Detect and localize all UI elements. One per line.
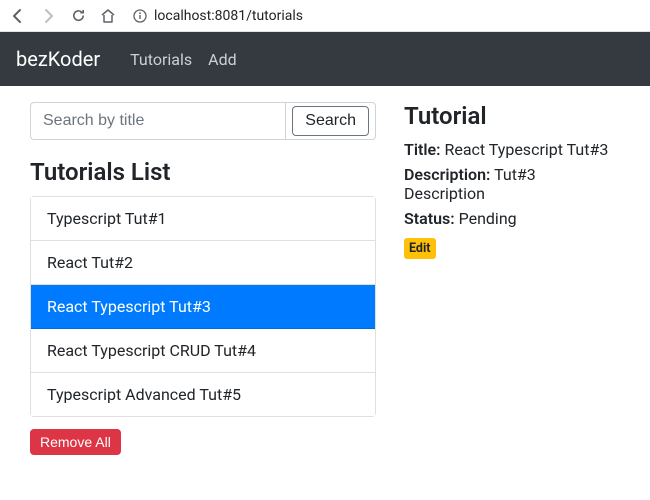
home-icon[interactable] — [96, 4, 120, 28]
site-info-icon[interactable] — [132, 8, 148, 24]
left-column: Search Tutorials List Typescript Tut#1Re… — [30, 102, 376, 455]
search-button-wrap: Search — [285, 102, 376, 140]
search-row: Search — [30, 102, 376, 140]
nav-link-add[interactable]: Add — [208, 50, 236, 69]
remove-all-button[interactable]: Remove All — [30, 429, 121, 455]
list-item[interactable]: React Typescript CRUD Tut#4 — [31, 329, 375, 373]
detail-description: Description: Tut#3 Description — [404, 165, 620, 203]
list-item[interactable]: React Typescript Tut#3 — [31, 285, 375, 329]
brand[interactable]: bezKoder — [16, 47, 100, 71]
forward-icon[interactable] — [36, 4, 60, 28]
app-navbar: bezKoder Tutorials Add — [0, 32, 650, 86]
tutorials-list: Typescript Tut#1React Tut#2React Typescr… — [30, 196, 376, 417]
address-bar[interactable]: localhost:8081/tutorials — [126, 8, 644, 24]
search-button[interactable]: Search — [292, 106, 369, 136]
detail-status: Status: Pending — [404, 209, 620, 228]
list-item[interactable]: Typescript Tut#1 — [31, 197, 375, 241]
url-text: localhost:8081/tutorials — [154, 8, 303, 24]
back-icon[interactable] — [6, 4, 30, 28]
detail-heading: Tutorial — [404, 102, 620, 130]
reload-icon[interactable] — [66, 4, 90, 28]
list-item[interactable]: Typescript Advanced Tut#5 — [31, 373, 375, 416]
list-heading: Tutorials List — [30, 158, 376, 186]
edit-button[interactable]: Edit — [404, 238, 436, 259]
content: Search Tutorials List Typescript Tut#1Re… — [0, 86, 650, 471]
search-input[interactable] — [30, 102, 285, 140]
browser-toolbar: localhost:8081/tutorials — [0, 0, 650, 32]
nav-link-tutorials[interactable]: Tutorials — [130, 50, 192, 69]
list-item[interactable]: React Tut#2 — [31, 241, 375, 285]
detail-title: Title: React Typescript Tut#3 — [404, 140, 620, 159]
right-column: Tutorial Title: React Typescript Tut#3 D… — [404, 102, 620, 455]
